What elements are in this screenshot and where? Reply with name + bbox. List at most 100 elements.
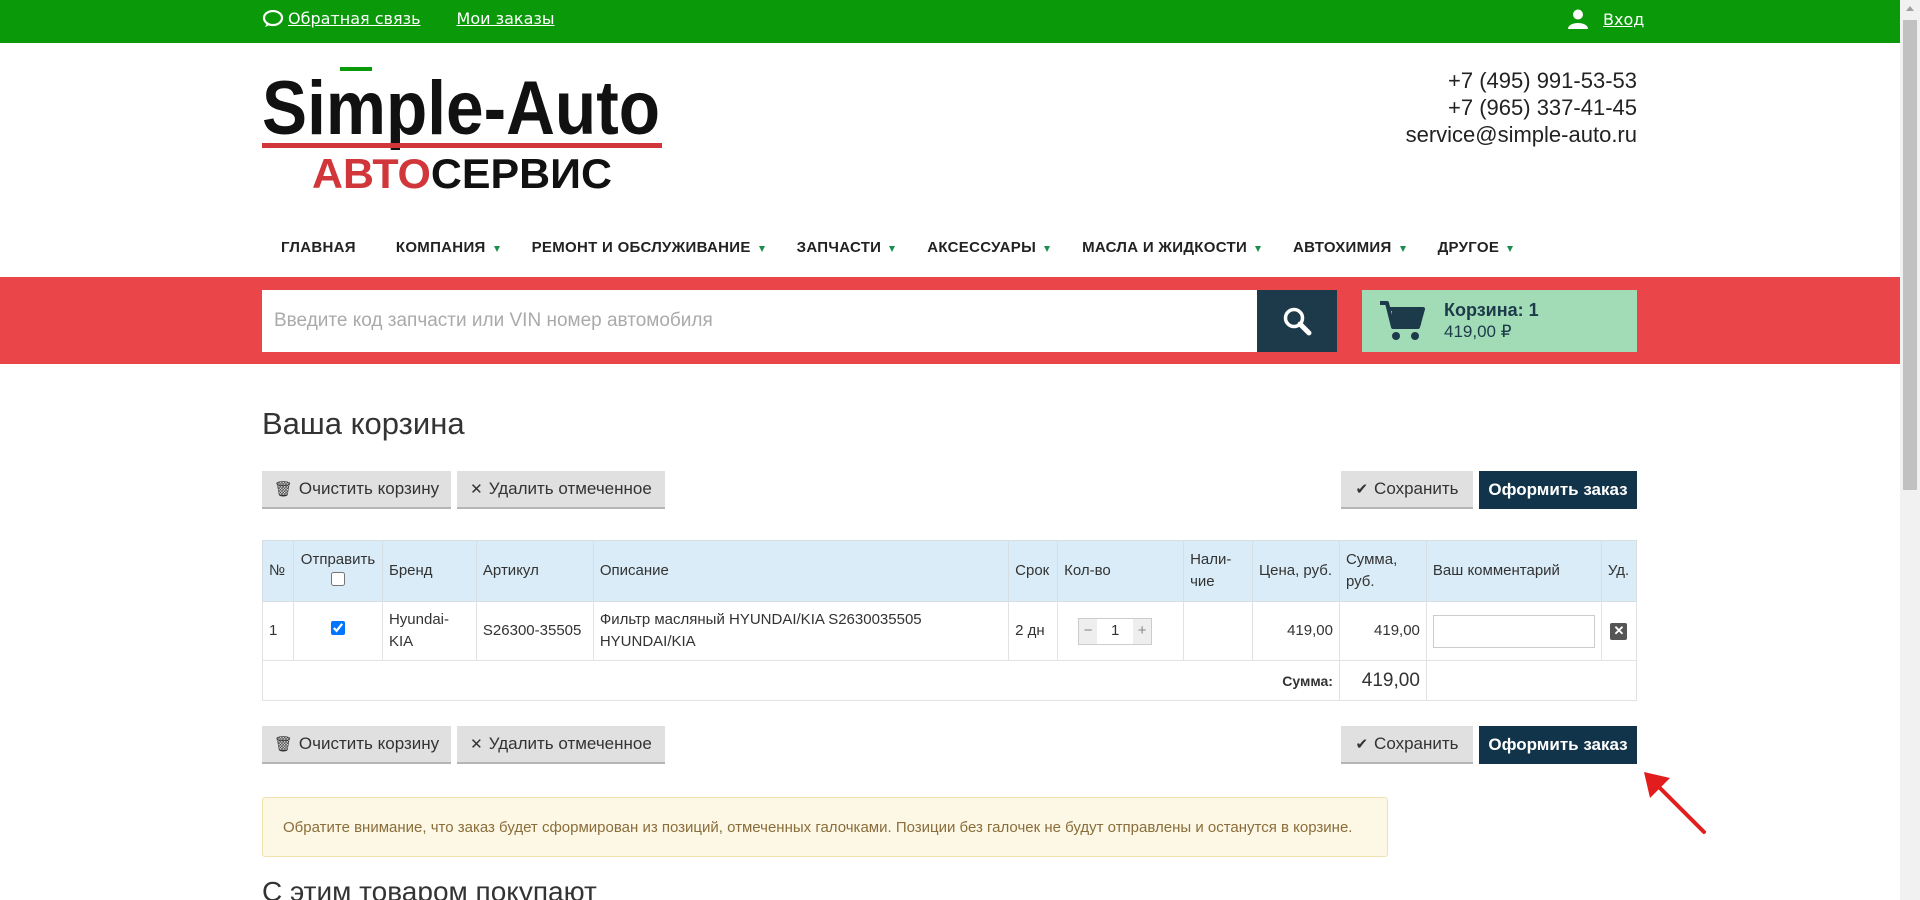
chevron-down-icon xyxy=(758,246,765,252)
row-send-checkbox[interactable] xyxy=(330,621,345,635)
page-title: Ваша корзина xyxy=(262,406,465,441)
col-availability: Нали-чие xyxy=(1183,540,1254,602)
login-area: Вход xyxy=(1567,8,1644,30)
row-description: Фильтр масляный HYUNDAI/KIA S2630035505 H… xyxy=(592,601,1010,661)
phone-2[interactable]: +7 (965) 337-41-45 xyxy=(1300,94,1637,121)
login-link[interactable]: Вход xyxy=(1603,10,1644,29)
total-label: Сумма: xyxy=(262,660,1340,701)
checkout-notice: Обратите внимание, что заказ будет сформ… xyxy=(262,797,1388,857)
chevron-down-icon xyxy=(1399,246,1406,252)
nav-item-parts[interactable]: ЗАПЧАСТИ xyxy=(797,239,896,256)
trash-icon: 🗑 xyxy=(273,736,293,753)
chevron-down-icon xyxy=(1044,246,1051,252)
clear-cart-button-bottom[interactable]: 🗑 Очистить корзину xyxy=(262,726,451,764)
row-term: 2 дн xyxy=(1008,601,1059,661)
scroll-up-icon[interactable] xyxy=(1906,6,1914,11)
col-sum: Сумма, руб. xyxy=(1338,540,1427,602)
scrollbar-thumb[interactable] xyxy=(1903,20,1917,490)
page-scrollbar[interactable] xyxy=(1900,0,1920,900)
related-title: С этим товаром покупают xyxy=(262,876,597,900)
search-icon xyxy=(1283,307,1312,336)
col-price: Цена, руб. xyxy=(1252,540,1340,602)
close-icon: ✕ xyxy=(470,481,483,498)
col-article: Артикул xyxy=(475,540,594,602)
user-icon xyxy=(1568,9,1588,29)
col-qty: Кол-во xyxy=(1057,540,1185,602)
quantity-value[interactable]: 1 xyxy=(1097,620,1133,642)
cart-summary: Корзина: 1 419,00 ₽ xyxy=(1444,299,1539,343)
row-price: 419,00 xyxy=(1252,601,1340,661)
chat-icon xyxy=(262,9,284,27)
total-row: Сумма: 419,00 xyxy=(262,660,1638,701)
cart-widget[interactable]: Корзина: 1 419,00 ₽ xyxy=(1362,290,1637,352)
search-button[interactable] xyxy=(1257,290,1337,352)
phone-1[interactable]: +7 (495) 991-53-53 xyxy=(1300,67,1637,94)
red-arrow-icon xyxy=(1644,772,1706,834)
chevron-down-icon xyxy=(889,246,896,252)
cart-count: Корзина: 1 xyxy=(1444,300,1539,320)
my-orders-link[interactable]: Мои заказы xyxy=(457,9,555,28)
svg-text:Simple-Auto: Simple-Auto xyxy=(262,66,660,151)
checkout-button[interactable]: Оформить заказ xyxy=(1479,471,1637,509)
feedback-link[interactable]: Обратная связь xyxy=(288,9,421,28)
trash-icon: 🗑 xyxy=(273,481,293,498)
chevron-down-icon xyxy=(1507,246,1514,252)
delete-row-icon[interactable]: ✕ xyxy=(1610,622,1628,640)
col-delete: Уд. xyxy=(1600,540,1638,602)
quantity-stepper: − 1 + xyxy=(1078,617,1153,645)
total-value: 419,00 xyxy=(1338,660,1427,701)
table-header-row: № Отправить Бренд Артикул Описание Срок … xyxy=(262,540,1638,602)
cart-table: № Отправить Бренд Артикул Описание Срок … xyxy=(262,540,1638,701)
chevron-down-icon xyxy=(1255,246,1262,252)
nav-item-chemicals[interactable]: АВТОХИМИЯ xyxy=(1293,239,1406,256)
row-qty: − 1 + xyxy=(1057,601,1185,661)
row-comment xyxy=(1425,601,1602,661)
top-bar-links: Обратная связь Мои заказы xyxy=(262,9,555,28)
row-brand: Hyundai- KIA xyxy=(381,601,477,661)
decrease-button[interactable]: − xyxy=(1079,618,1098,644)
check-icon: ✔ xyxy=(1355,481,1369,498)
row-num: 1 xyxy=(262,601,294,661)
svg-text:АВТОСЕРВИС: АВТОСЕРВИС xyxy=(312,150,612,194)
nav-item-service[interactable]: РЕМОНТ И ОБСЛУЖИВАНИЕ xyxy=(532,239,765,256)
col-brand: Бренд xyxy=(381,540,477,602)
nav-item-oils[interactable]: МАСЛА И ЖИДКОСТИ xyxy=(1082,239,1262,256)
row-availability xyxy=(1183,601,1254,661)
nav-item-company[interactable]: КОМПАНИЯ xyxy=(396,239,500,256)
search-input[interactable] xyxy=(262,290,1257,352)
check-icon: ✔ xyxy=(1355,736,1369,753)
cart-icon xyxy=(1380,301,1425,340)
row-article: S26300-35505 xyxy=(475,601,594,661)
site-logo[interactable]: Simple-Auto АВТОСЕРВИС xyxy=(262,64,662,194)
delete-selected-button[interactable]: ✕ Удалить отмеченное xyxy=(457,471,665,509)
row-sum: 419,00 xyxy=(1338,601,1427,661)
col-term: Срок xyxy=(1008,540,1059,602)
clear-cart-button[interactable]: 🗑 Очистить корзину xyxy=(262,471,451,509)
save-button-bottom[interactable]: ✔ Сохранить xyxy=(1341,726,1473,764)
top-bar: Обратная связь Мои заказы Вход xyxy=(0,0,1900,43)
checkout-button-bottom[interactable]: Оформить заказ xyxy=(1479,726,1637,764)
table-row: 1 Hyundai- KIA S26300-35505 Фильтр маслян… xyxy=(262,601,1638,661)
nav-item-home[interactable]: ГЛАВНАЯ xyxy=(281,239,356,256)
col-comment: Ваш комментарий xyxy=(1425,540,1602,602)
page: Обратная связь Мои заказы Вход Simple-Au… xyxy=(0,0,1900,900)
row-delete: ✕ xyxy=(1600,601,1638,661)
close-icon: ✕ xyxy=(470,736,483,753)
col-num: № xyxy=(262,540,294,602)
chevron-down-icon xyxy=(493,246,500,252)
save-button[interactable]: ✔ Сохранить xyxy=(1341,471,1473,509)
delete-selected-button-bottom[interactable]: ✕ Удалить отмеченное xyxy=(457,726,665,764)
total-empty xyxy=(1425,660,1638,701)
comment-input[interactable] xyxy=(1432,614,1595,648)
cart-total: 419,00 ₽ xyxy=(1444,322,1512,341)
row-send xyxy=(292,601,383,661)
col-send: Отправить xyxy=(292,540,383,602)
col-description: Описание xyxy=(592,540,1010,602)
email[interactable]: service@simple-auto.ru xyxy=(1300,121,1637,148)
nav-item-other[interactable]: ДРУГОЕ xyxy=(1438,239,1514,256)
main-nav: ГЛАВНАЯ КОМПАНИЯ РЕМОНТ И ОБСЛУЖИВАНИЕ З… xyxy=(262,236,1514,258)
select-all-checkbox[interactable] xyxy=(330,572,345,586)
nav-item-accessories[interactable]: АКСЕССУАРЫ xyxy=(927,239,1051,256)
increase-button[interactable]: + xyxy=(1133,618,1152,644)
contacts: +7 (495) 991-53-53 +7 (965) 337-41-45 se… xyxy=(1300,67,1637,148)
